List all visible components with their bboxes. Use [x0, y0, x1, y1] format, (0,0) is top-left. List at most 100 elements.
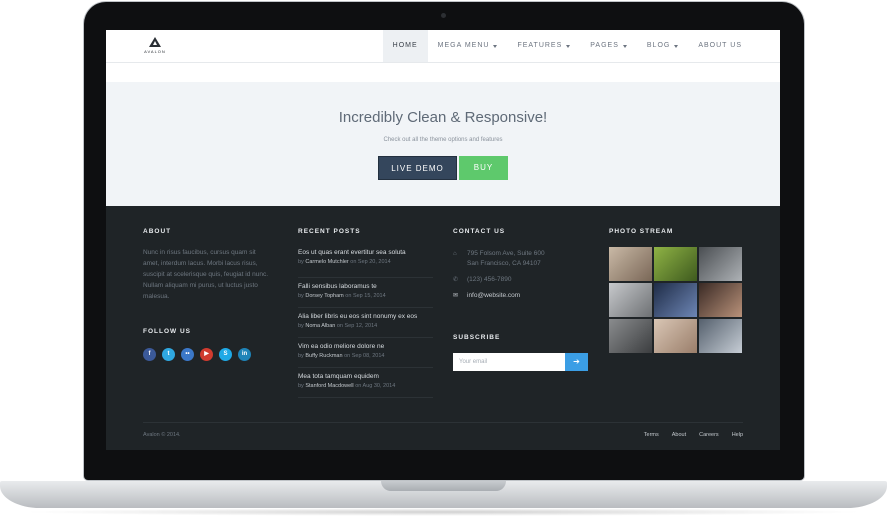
post-title[interactable]: Vim ea odio meliore dolore ne — [298, 342, 433, 351]
about-heading: ABOUT — [143, 228, 172, 235]
laptop-notch — [381, 481, 506, 491]
nav-mega-menu-label: MEGA MENU — [437, 42, 490, 49]
post-author[interactable]: Noma Alban — [305, 323, 335, 329]
post-by: by — [298, 323, 304, 329]
site-footer: ABOUT Nunc in risus faucibus, cursus qua… — [106, 206, 780, 450]
address-line-1: 795 Folsom Ave, Suite 600 — [467, 250, 545, 257]
nav-home[interactable]: HOME — [382, 30, 428, 62]
post-author[interactable]: Dorsey Topham — [305, 293, 343, 299]
contact-address: ⌂ 795 Folsom Ave, Suite 600 San Francisco… — [453, 249, 545, 269]
post-author[interactable]: Buffy Ruckman — [305, 353, 342, 359]
subscribe-button[interactable]: ➔ — [565, 353, 588, 371]
footer-link-careers[interactable]: Careers — [699, 432, 719, 438]
logo-icon — [149, 37, 161, 47]
post-date: on Sep 12, 2014 — [336, 323, 378, 329]
photo-thumbnail[interactable] — [654, 319, 697, 353]
main-nav: HOME MEGA MENU FEATURES PAGES BLOG ABOUT… — [382, 30, 752, 62]
logo-text: AVALON — [144, 49, 166, 54]
buy-button[interactable]: BUY — [459, 156, 508, 180]
contact-address-text: 795 Folsom Ave, Suite 600 San Francisco, … — [467, 249, 545, 269]
contact-phone: ✆ (123) 456-7890 — [453, 275, 511, 285]
site-header: AVALON HOME MEGA MENU FEATURES PAGES BLO… — [106, 30, 780, 63]
laptop-shadow — [20, 508, 867, 516]
post-by: by — [298, 259, 304, 265]
logo[interactable]: AVALON — [143, 37, 167, 54]
nav-features[interactable]: FEATURES — [507, 30, 580, 62]
about-text: Nunc in risus faucibus, cursus quam sit … — [143, 249, 269, 300]
arrow-right-icon: ➔ — [573, 357, 580, 366]
post-author[interactable]: Carmelo Mutchler — [305, 259, 348, 265]
hero-section: Incredibly Clean & Responsive! Check out… — [106, 82, 780, 206]
nav-home-label: HOME — [392, 42, 418, 49]
youtube-icon[interactable]: ▶ — [200, 348, 213, 361]
hero-subtitle: Check out all the theme options and feat… — [383, 137, 503, 143]
header-spacer — [106, 63, 780, 82]
screen: AVALON HOME MEGA MENU FEATURES PAGES BLO… — [106, 30, 780, 450]
twitter-icon[interactable]: t — [162, 348, 175, 361]
post-meta: by Carmelo Mutchler on Sep 20, 2014 — [298, 257, 433, 267]
photo-thumbnail[interactable] — [654, 247, 697, 281]
post-author[interactable]: Stanford Macdowell — [305, 383, 353, 389]
contact-us-heading: CONTACT US — [453, 228, 506, 235]
footer-links: Terms About Careers Help — [644, 432, 743, 438]
post-meta: by Buffy Ruckman on Sep 08, 2014 — [298, 351, 433, 361]
footer-link-about[interactable]: About — [672, 432, 686, 438]
home-icon: ⌂ — [453, 251, 457, 257]
linkedin-icon[interactable]: in — [238, 348, 251, 361]
post-date: on Sep 20, 2014 — [350, 259, 391, 265]
mail-icon: ✉ — [453, 293, 459, 299]
post-title[interactable]: Mea tota tamquam equidem — [298, 372, 433, 381]
chevron-down-icon — [622, 44, 627, 48]
camera-dot — [441, 13, 446, 18]
post-by: by — [298, 293, 304, 299]
chevron-down-icon — [493, 44, 498, 48]
photo-thumbnail[interactable] — [699, 283, 742, 317]
subscribe-heading: SUBSCRIBE — [453, 334, 501, 341]
nav-mega-menu[interactable]: MEGA MENU — [428, 30, 508, 62]
nav-blog[interactable]: BLOG — [637, 30, 688, 62]
photo-thumbnail[interactable] — [699, 247, 742, 281]
post-title[interactable]: Falli sensibus laboramus te — [298, 282, 433, 291]
post-meta: by Noma Alban on Sep 12, 2014 — [298, 321, 433, 331]
post-date: on Aug 30, 2014 — [355, 383, 396, 389]
chevron-down-icon — [566, 44, 571, 48]
nav-pages-label: PAGES — [590, 42, 619, 49]
post-by: by — [298, 353, 304, 359]
recent-posts-list: Eos ut quas erant evertitur sea soluta by… — [298, 248, 433, 398]
nav-about-us-label: ABOUT US — [698, 42, 742, 49]
contact-email-text[interactable]: info@website.com — [467, 291, 520, 301]
post-meta: by Stanford Macdowell on Aug 30, 2014 — [298, 381, 433, 391]
post-by: by — [298, 383, 304, 389]
nav-about-us[interactable]: ABOUT US — [688, 30, 752, 62]
photo-thumbnail[interactable] — [609, 283, 652, 317]
photo-thumbnail[interactable] — [699, 319, 742, 353]
footer-divider — [143, 422, 743, 423]
photo-thumbnail[interactable] — [654, 283, 697, 317]
post-date: on Sep 15, 2014 — [345, 293, 386, 299]
post-item: Mea tota tamquam equidem by Stanford Macd… — [298, 368, 433, 398]
live-demo-button[interactable]: LIVE DEMO — [378, 156, 457, 180]
post-item: Falli sensibus laboramus te by Dorsey Top… — [298, 278, 433, 308]
chevron-down-icon — [674, 44, 679, 48]
post-meta: by Dorsey Topham on Sep 15, 2014 — [298, 291, 433, 301]
skype-icon[interactable]: S — [219, 348, 232, 361]
post-item: Vim ea odio meliore dolore ne by Buffy Ru… — [298, 338, 433, 368]
footer-link-help[interactable]: Help — [732, 432, 743, 438]
photo-stream-grid — [609, 247, 742, 353]
contact-email[interactable]: ✉ info@website.com — [453, 291, 520, 301]
facebook-icon[interactable]: f — [143, 348, 156, 361]
follow-us-heading: FOLLOW US — [143, 328, 191, 335]
subscribe-email-input[interactable]: Your email — [453, 353, 565, 371]
nav-pages[interactable]: PAGES — [580, 30, 637, 62]
post-title[interactable]: Alia liber libris eu eos sint nonumy ex … — [298, 312, 433, 321]
footer-link-terms[interactable]: Terms — [644, 432, 659, 438]
photo-thumbnail[interactable] — [609, 247, 652, 281]
hero-title: Incredibly Clean & Responsive! — [338, 109, 548, 126]
copyright: Avalon © 2014. — [143, 432, 181, 438]
address-line-2: San Francisco, CA 94107 — [467, 260, 541, 267]
photo-thumbnail[interactable] — [609, 319, 652, 353]
post-title[interactable]: Eos ut quas erant evertitur sea soluta — [298, 248, 433, 257]
flickr-icon[interactable]: •• — [181, 348, 194, 361]
phone-icon: ✆ — [453, 277, 459, 283]
post-item: Alia liber libris eu eos sint nonumy ex … — [298, 308, 433, 338]
